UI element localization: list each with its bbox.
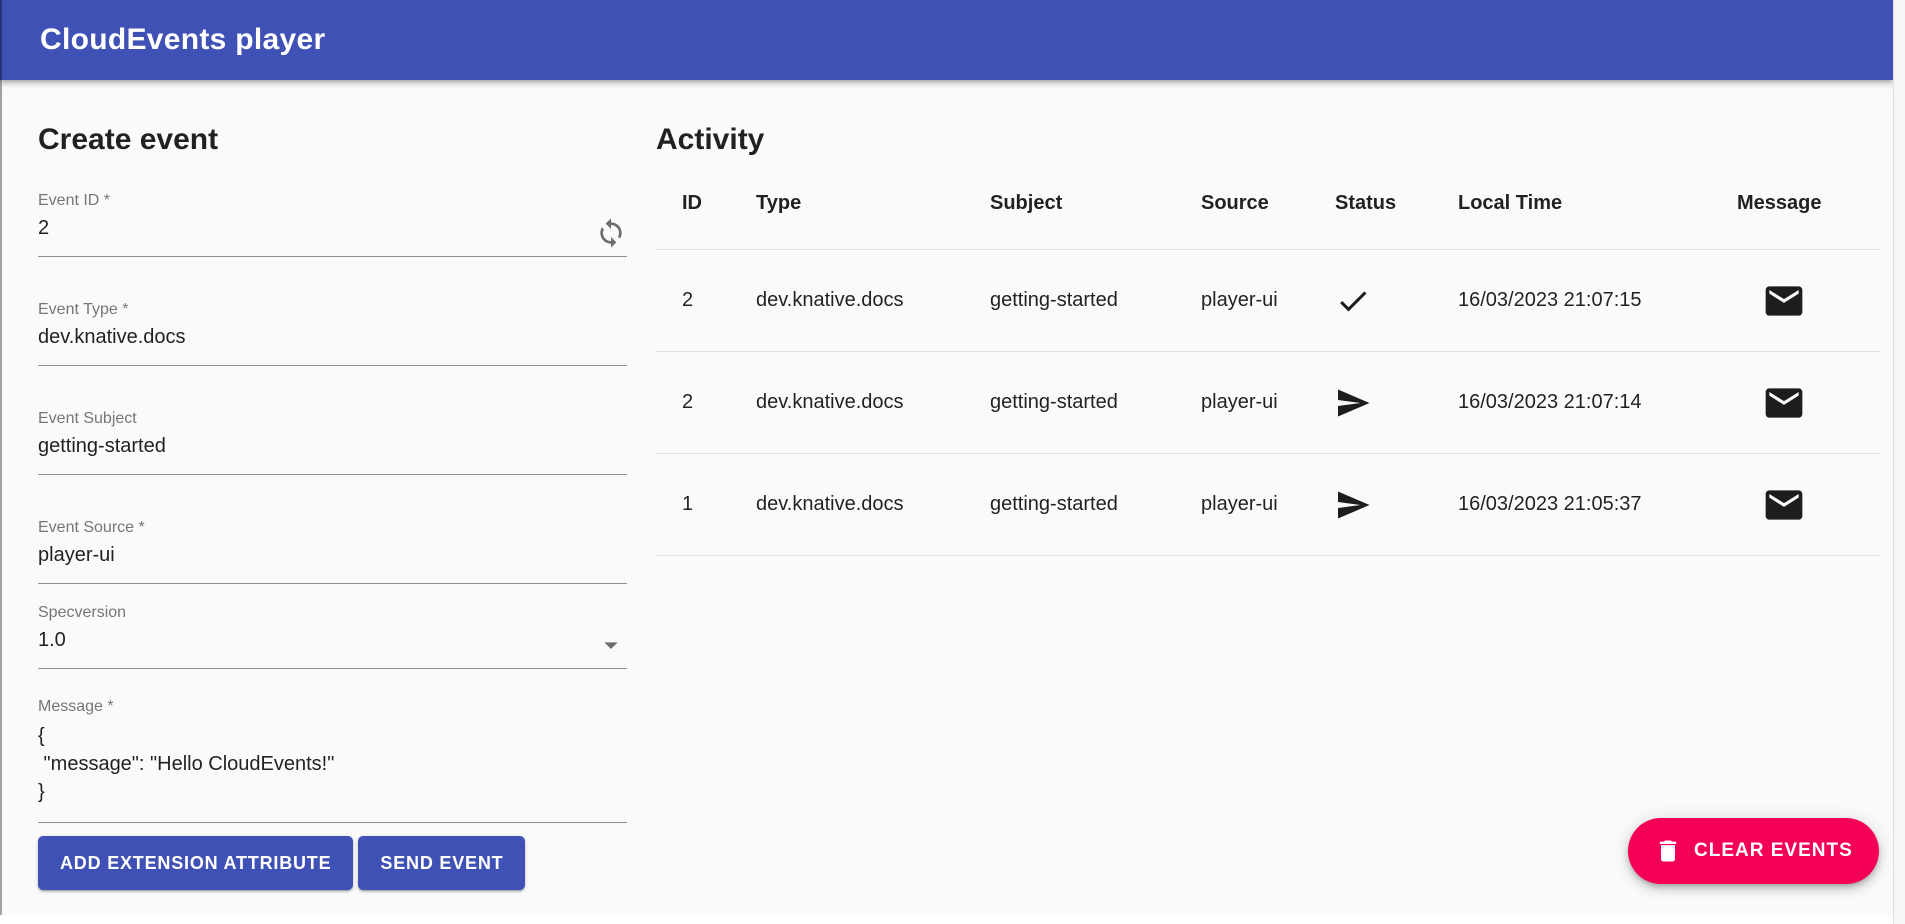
cell-subject: getting-started (990, 493, 1201, 516)
activity-table-body: 2 dev.knative.docs getting-started playe… (656, 250, 1880, 556)
column-header-id: ID (656, 192, 756, 215)
cell-message (1737, 381, 1880, 425)
activity-heading: Activity (656, 122, 1880, 158)
message-field: Message * (38, 697, 627, 823)
event-source-field: Event Source * (38, 518, 627, 584)
cell-status (1335, 487, 1458, 523)
column-header-type: Type (756, 192, 990, 215)
cell-message (1737, 279, 1880, 323)
cell-status (1335, 283, 1458, 319)
event-type-input[interactable] (38, 319, 627, 365)
cell-local-time: 16/03/2023 21:05:37 (1458, 493, 1737, 516)
window-left-edge (0, 0, 2, 915)
event-subject-label: Event Subject (38, 409, 627, 428)
column-header-source: Source (1201, 192, 1335, 215)
event-source-input[interactable] (38, 537, 627, 583)
trash-icon (1654, 837, 1682, 865)
specversion-value: 1.0 (38, 622, 595, 668)
activity-table-header: ID Type Subject Source Status Local Time… (656, 158, 1880, 250)
table-row: 2 dev.knative.docs getting-started playe… (656, 250, 1880, 352)
create-event-panel: Create event Event ID * Event Type * Eve… (38, 122, 627, 915)
autorenew-icon[interactable] (595, 217, 627, 249)
send-event-button[interactable]: SEND EVENT (358, 836, 525, 890)
dropdown-arrow-icon (595, 629, 627, 661)
email-icon[interactable] (1762, 279, 1806, 323)
cell-local-time: 16/03/2023 21:07:14 (1458, 391, 1737, 414)
send-icon (1335, 487, 1371, 523)
clear-events-button[interactable]: CLEAR EVENTS (1628, 818, 1879, 884)
cell-type: dev.knative.docs (756, 391, 990, 414)
clear-events-label: CLEAR EVENTS (1694, 840, 1853, 862)
cell-type: dev.knative.docs (756, 289, 990, 312)
cell-source: player-ui (1201, 391, 1335, 414)
send-icon (1335, 385, 1371, 421)
cell-id: 2 (656, 289, 756, 312)
cell-id: 2 (656, 391, 756, 414)
column-header-status: Status (1335, 192, 1458, 215)
message-label: Message * (38, 697, 627, 716)
email-icon[interactable] (1762, 381, 1806, 425)
app-root: CloudEvents player Create event Event ID… (0, 0, 1893, 915)
event-type-field: Event Type * (38, 300, 627, 366)
event-subject-input[interactable] (38, 428, 627, 474)
cell-source: player-ui (1201, 493, 1335, 516)
cell-source: player-ui (1201, 289, 1335, 312)
cell-local-time: 16/03/2023 21:07:15 (1458, 289, 1737, 312)
activity-panel: Activity ID Type Subject Source Status L… (656, 122, 1880, 915)
event-id-input[interactable] (38, 210, 595, 256)
column-header-message: Message (1737, 192, 1880, 215)
cell-subject: getting-started (990, 391, 1201, 414)
event-id-field: Event ID * (38, 191, 627, 257)
event-subject-field: Event Subject (38, 409, 627, 475)
message-input[interactable] (38, 716, 627, 822)
specversion-label: Specversion (38, 603, 627, 622)
event-id-label: Event ID * (38, 191, 627, 210)
content-area: Create event Event ID * Event Type * Eve… (0, 80, 1893, 915)
cell-message (1737, 483, 1880, 527)
event-type-label: Event Type * (38, 300, 627, 319)
column-header-subject: Subject (990, 192, 1201, 215)
cell-type: dev.knative.docs (756, 493, 990, 516)
table-row: 1 dev.knative.docs getting-started playe… (656, 454, 1880, 556)
event-source-label: Event Source * (38, 518, 627, 537)
email-icon[interactable] (1762, 483, 1806, 527)
specversion-field: Specversion 1.0 (38, 603, 627, 669)
cell-status (1335, 385, 1458, 421)
scrollbar-track[interactable] (1893, 0, 1905, 924)
app-header: CloudEvents player (0, 0, 1893, 80)
table-row: 2 dev.knative.docs getting-started playe… (656, 352, 1880, 454)
create-event-heading: Create event (38, 122, 627, 158)
column-header-local-time: Local Time (1458, 192, 1737, 215)
specversion-select[interactable]: 1.0 (38, 622, 627, 669)
check-icon (1335, 283, 1371, 319)
form-actions: ADD EXTENSION ATTRIBUTE SEND EVENT (38, 836, 627, 890)
cell-id: 1 (656, 493, 756, 516)
cell-subject: getting-started (990, 289, 1201, 312)
app-title: CloudEvents player (40, 23, 325, 57)
add-extension-attribute-button[interactable]: ADD EXTENSION ATTRIBUTE (38, 836, 353, 890)
